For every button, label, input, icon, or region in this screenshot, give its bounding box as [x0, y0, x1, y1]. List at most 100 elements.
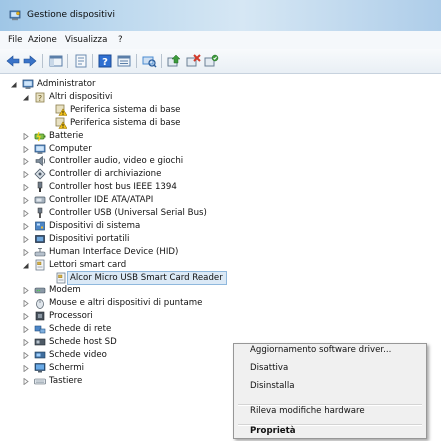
- tree-node[interactable]: Periferica sistema di base: [0, 117, 441, 129]
- tree-node[interactable]: Periferica sistema di base: [0, 104, 441, 116]
- usb-icon: [34, 207, 46, 219]
- collapsed-triangle-icon[interactable]: [22, 222, 29, 231]
- computer-icon: [34, 143, 46, 155]
- context-menu-item[interactable]: Disattiva: [250, 363, 288, 373]
- forward-arrow-icon[interactable]: [22, 53, 38, 69]
- sd-host-icon: [34, 336, 46, 348]
- tree-node-label: Altri dispositivi: [49, 91, 113, 102]
- tree-node[interactable]: ? Altri dispositivi: [0, 91, 441, 103]
- ide-icon: [34, 194, 46, 206]
- view-icon[interactable]: [116, 53, 132, 69]
- collapsed-triangle-icon[interactable]: [22, 183, 29, 192]
- expanded-triangle-icon[interactable]: [22, 261, 29, 269]
- tree-node-label: Dispositivi di sistema: [49, 220, 141, 231]
- expanded-triangle-icon[interactable]: [22, 93, 29, 101]
- tree-node-label: Computer: [49, 143, 92, 154]
- warning-device-icon: [55, 104, 68, 116]
- tree-node[interactable]: Lettori smart card: [0, 259, 441, 271]
- computer-icon: [22, 78, 34, 90]
- tree-node-label: Lettori smart card: [49, 259, 127, 270]
- tree-node-label: Batterie: [49, 130, 84, 141]
- tree-node[interactable]: Alcor Micro USB Smart Card Reader: [0, 270, 441, 285]
- console-tree-icon[interactable]: [48, 53, 64, 69]
- mouse-icon: [34, 297, 46, 310]
- battery-icon: [34, 130, 46, 142]
- menu-visualizza[interactable]: Visualizza: [65, 35, 107, 45]
- properties-icon[interactable]: [73, 53, 89, 69]
- toolbar-separator: [136, 54, 137, 68]
- tree-node[interactable]: Controller audio, video e giochi: [0, 155, 441, 167]
- toolbar-separator: [42, 54, 43, 68]
- tree-node-label: Controller host bus IEEE 1394: [49, 182, 177, 193]
- system-device-icon: [34, 220, 46, 232]
- tree-node-label: Controller audio, video e giochi: [49, 156, 184, 167]
- keyboard-icon: [34, 375, 46, 387]
- svg-text:?: ?: [38, 94, 42, 103]
- monitor-icon: [34, 362, 46, 374]
- device-manager-icon: [9, 10, 21, 21]
- scan-hardware-icon[interactable]: [141, 53, 157, 69]
- smartcard-icon: [34, 259, 46, 271]
- collapsed-triangle-icon[interactable]: [22, 351, 29, 360]
- collapsed-triangle-icon[interactable]: [22, 377, 29, 386]
- tree-node-label: Tastiere: [49, 375, 83, 386]
- collapsed-triangle-icon[interactable]: [22, 299, 29, 308]
- update-driver-icon[interactable]: [166, 53, 182, 69]
- context-menu-item[interactable]: Rileva modifiche hardware: [250, 406, 365, 416]
- collapsed-triangle-icon[interactable]: [22, 170, 29, 179]
- expanded-triangle-icon[interactable]: [10, 80, 17, 88]
- firewire-icon: [34, 181, 46, 193]
- back-arrow-icon[interactable]: [5, 53, 21, 69]
- tree-node-label: Administrator: [37, 79, 96, 89]
- menu-azione[interactable]: Azione: [28, 35, 57, 45]
- collapsed-triangle-icon[interactable]: [22, 235, 29, 244]
- tree-node[interactable]: Schede di rete: [0, 323, 441, 335]
- tree-node-label: Dispositivi portatili: [49, 233, 130, 244]
- collapsed-triangle-icon[interactable]: [22, 209, 29, 218]
- tree-node-label: Alcor Micro USB Smart Card Reader: [70, 272, 223, 283]
- help-icon[interactable]: ?: [97, 53, 113, 69]
- collapsed-triangle-icon[interactable]: [22, 145, 29, 153]
- title-bar[interactable]: Gestione dispositivi: [0, 0, 441, 31]
- tree-node[interactable]: Dispositivi di sistema: [0, 220, 441, 232]
- collapsed-triangle-icon[interactable]: [22, 132, 29, 140]
- tree-node[interactable]: Processori: [0, 310, 441, 322]
- tree-node-label: Controller di archiviazione: [49, 169, 162, 180]
- network-icon: [34, 323, 46, 335]
- collapsed-triangle-icon[interactable]: [22, 312, 29, 321]
- collapsed-triangle-icon[interactable]: [22, 157, 29, 166]
- tree-node[interactable]: Controller IDE ATA/ATAPI: [0, 194, 441, 206]
- processor-icon: [34, 310, 46, 322]
- tree-node[interactable]: Controller USB (Universal Serial Bus): [0, 207, 441, 219]
- toolbar-separator: [92, 54, 93, 68]
- toolbar-separator: [67, 54, 68, 68]
- menu-help[interactable]: ?: [118, 35, 123, 45]
- toolbar-separator: [161, 54, 162, 68]
- context-menu-item[interactable]: Proprietà: [250, 426, 296, 436]
- collapsed-triangle-icon[interactable]: [22, 286, 29, 295]
- uninstall-icon[interactable]: [185, 53, 201, 69]
- tree-node-label: Controller USB (Universal Serial Bus): [49, 208, 207, 218]
- collapsed-triangle-icon[interactable]: [22, 325, 29, 334]
- tree-node[interactable]: Batterie: [0, 130, 441, 142]
- tree-node-label: Periferica sistema di base: [70, 104, 181, 115]
- tree-node[interactable]: Computer: [0, 143, 441, 155]
- unknown-device-icon: ?: [34, 91, 46, 103]
- tree-node-label: Modem: [49, 285, 81, 296]
- collapsed-triangle-icon[interactable]: [22, 338, 29, 347]
- tree-node[interactable]: Dispositivi portatili: [0, 233, 441, 245]
- menu-file[interactable]: File: [8, 35, 22, 45]
- disable-icon[interactable]: [203, 53, 219, 69]
- tree-node-label: Schede di rete: [49, 324, 112, 335]
- collapsed-triangle-icon[interactable]: [22, 196, 29, 205]
- context-menu-item[interactable]: Disinstalla: [250, 381, 294, 391]
- collapsed-triangle-icon[interactable]: [22, 248, 29, 257]
- tree-node[interactable]: Modem: [0, 284, 441, 296]
- tree-node[interactable]: Controller di archiviazione: [0, 168, 441, 180]
- tree-node[interactable]: Controller host bus IEEE 1394: [0, 181, 441, 193]
- context-menu-item[interactable]: Aggiornamento software driver...: [250, 345, 391, 355]
- tree-node[interactable]: Human Interface Device (HID): [0, 246, 441, 258]
- collapsed-triangle-icon[interactable]: [22, 364, 29, 373]
- tree-node[interactable]: Administrator: [0, 78, 441, 90]
- tree-node[interactable]: Mouse e altri dispositivi di puntame: [0, 297, 441, 310]
